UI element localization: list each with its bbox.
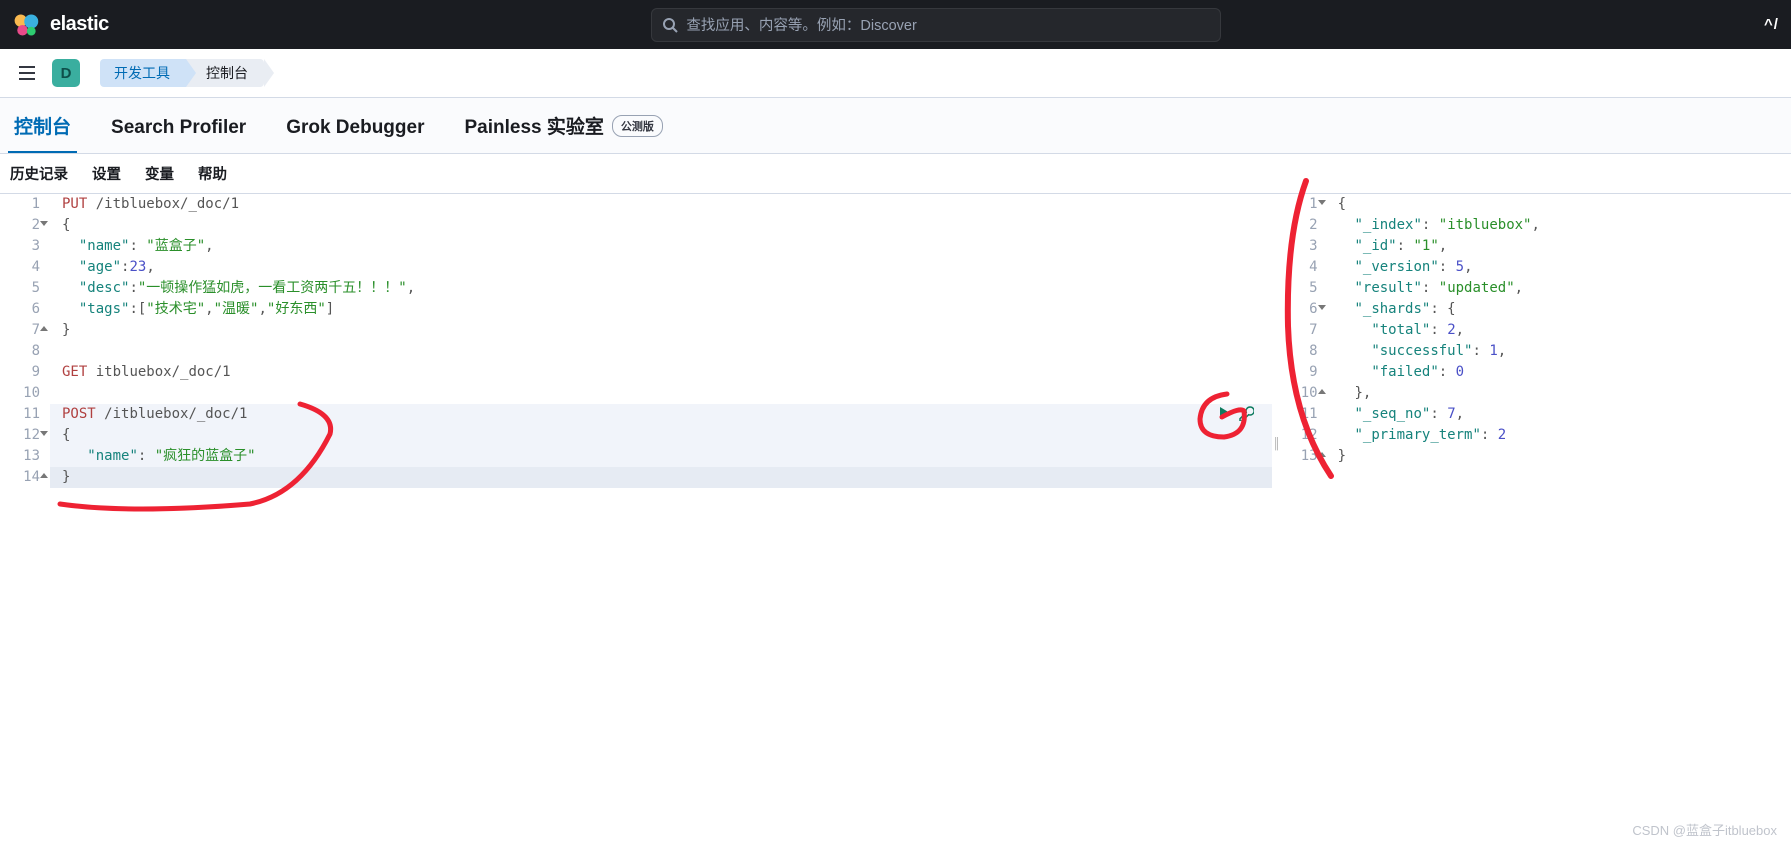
hamburger-icon	[17, 63, 37, 83]
play-icon	[1216, 405, 1232, 421]
wrench-icon	[1238, 405, 1254, 421]
response-pane: 12345678910111213 { "_index": "itbluebox…	[1282, 194, 1791, 694]
beta-badge: 公测版	[612, 115, 663, 137]
response-gutter: 12345678910111213	[1282, 194, 1328, 694]
subtab-variables[interactable]: 变量	[143, 159, 176, 188]
tab-label: 控制台	[14, 112, 71, 139]
search-placeholder: 查找应用、内容等。例如：Discover	[686, 14, 916, 35]
top-header: elastic 查找应用、内容等。例如：Discover ^/	[0, 0, 1791, 49]
tab-label: Painless 实验室	[465, 112, 604, 139]
request-code[interactable]: PUT /itbluebox/_doc/1{ "name": "蓝盒子", "a…	[50, 194, 1272, 694]
search-icon	[662, 17, 678, 33]
space-selector[interactable]: D	[52, 59, 80, 87]
subtab-help[interactable]: 帮助	[196, 159, 229, 188]
brand-name: elastic	[50, 13, 109, 36]
keyboard-shortcut-icon[interactable]: ^/	[1764, 16, 1779, 33]
breadcrumb-devtools[interactable]: 开发工具	[100, 59, 186, 87]
response-code[interactable]: { "_index": "itbluebox", "_id": "1", "_v…	[1328, 194, 1791, 694]
subtab-settings[interactable]: 设置	[90, 159, 123, 188]
tab-label: Search Profiler	[111, 117, 246, 139]
main-tabs: 控制台 Search Profiler Grok Debugger Painle…	[0, 98, 1791, 154]
tab-painless-lab[interactable]: Painless 实验室 公测版	[459, 100, 669, 153]
subtab-history[interactable]: 历史记录	[8, 159, 70, 188]
watermark: CSDN @蓝盒子itbluebox	[1632, 820, 1777, 839]
header-right: ^/	[1764, 16, 1779, 33]
request-editor[interactable]: 1234567891011121314 PUT /itbluebox/_doc/…	[0, 194, 1272, 694]
nav-toggle-button[interactable]	[12, 58, 42, 88]
console-sub-tabs: 历史记录 设置 变量 帮助	[0, 154, 1791, 194]
request-options-button[interactable]	[1238, 405, 1254, 428]
request-actions	[1216, 405, 1254, 428]
global-search[interactable]: 查找应用、内容等。例如：Discover	[651, 8, 1221, 42]
request-gutter: 1234567891011121314	[0, 194, 50, 694]
tab-console[interactable]: 控制台	[8, 100, 77, 153]
send-request-button[interactable]	[1216, 405, 1232, 428]
tab-search-profiler[interactable]: Search Profiler	[105, 105, 252, 153]
logo-area[interactable]: elastic	[12, 11, 109, 39]
tab-label: Grok Debugger	[286, 117, 424, 139]
editor-area: 1234567891011121314 PUT /itbluebox/_doc/…	[0, 194, 1791, 694]
elastic-logo-icon	[12, 11, 40, 39]
breadcrumb-console[interactable]: 控制台	[186, 59, 264, 87]
tab-grok-debugger[interactable]: Grok Debugger	[280, 105, 430, 153]
breadcrumbs: 开发工具 控制台	[100, 59, 264, 87]
pane-splitter[interactable]: ║	[1272, 194, 1282, 694]
breadcrumb-bar: D 开发工具 控制台	[0, 49, 1791, 98]
